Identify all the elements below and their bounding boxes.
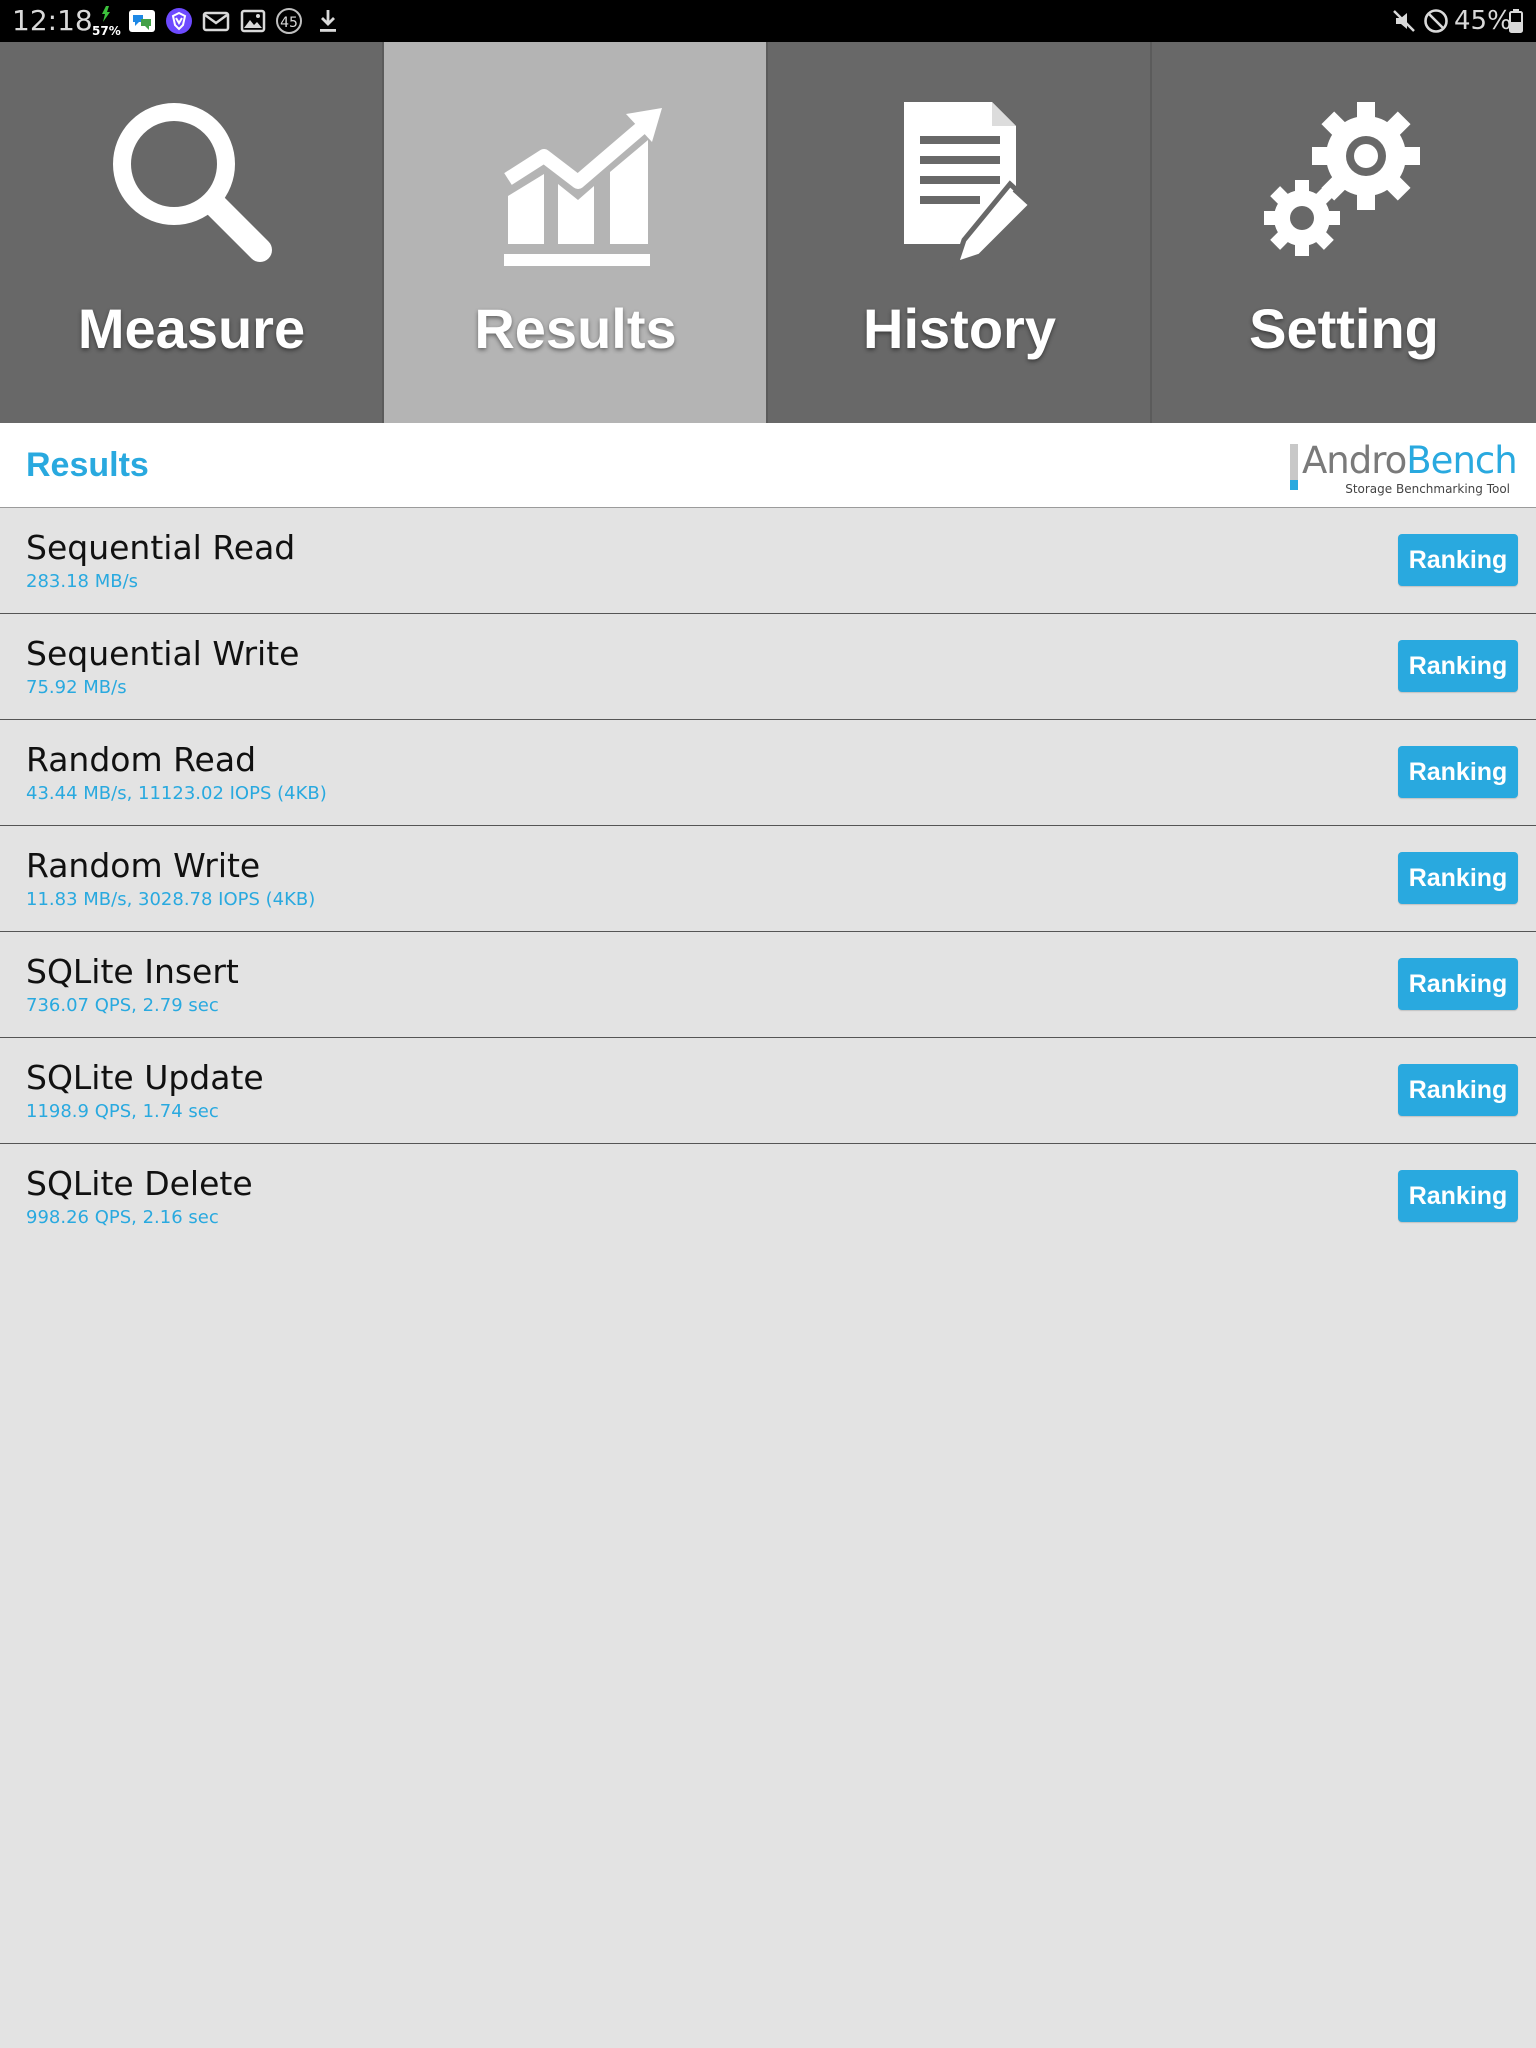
- tab-setting[interactable]: Setting: [1152, 42, 1536, 423]
- logo-wordmark: AndroBench: [1302, 439, 1518, 482]
- result-row-sqlite-delete: SQLite Delete 998.26 QPS, 2.16 sec Ranki…: [0, 1144, 1536, 1249]
- result-row-random-read: Random Read 43.44 MB/s, 11123.02 IOPS (4…: [0, 720, 1536, 826]
- ranking-button[interactable]: Ranking: [1398, 1064, 1518, 1116]
- result-title: Sequential Write: [26, 634, 300, 673]
- result-value: 998.26 QPS, 2.16 sec: [26, 1207, 219, 1228]
- result-title: SQLite Delete: [26, 1164, 253, 1203]
- ranking-button[interactable]: Ranking: [1398, 958, 1518, 1010]
- messages-app-icon: [128, 7, 156, 35]
- result-value: 75.92 MB/s: [26, 677, 127, 698]
- result-value: 736.07 QPS, 2.79 sec: [26, 995, 219, 1016]
- tab-history[interactable]: History: [768, 42, 1151, 423]
- status-bar: 12:18 57% 45 45%: [0, 0, 1536, 42]
- result-title: SQLite Insert: [26, 952, 239, 991]
- result-value: 283.18 MB/s: [26, 571, 139, 592]
- result-title: Random Read: [26, 740, 257, 779]
- do-not-disturb-icon: [1422, 7, 1450, 35]
- ranking-button[interactable]: Ranking: [1398, 534, 1518, 586]
- tab-measure[interactable]: Measure: [0, 42, 383, 423]
- ranking-button[interactable]: Ranking: [1398, 852, 1518, 904]
- results-list: Sequential Read 283.18 MB/s Ranking Sequ…: [0, 508, 1536, 1249]
- magnifier-icon: [92, 94, 292, 274]
- mute-icon: [1390, 7, 1418, 35]
- ranking-button[interactable]: Ranking: [1398, 640, 1518, 692]
- result-row-sequential-write: Sequential Write 75.92 MB/s Ranking: [0, 614, 1536, 720]
- data-usage-icon: 57%: [92, 4, 122, 38]
- proton-vpn-icon: [165, 7, 193, 35]
- logo-bar-grey: [1290, 444, 1298, 480]
- tab-history-label: History: [863, 297, 1056, 360]
- tab-measure-label: Measure: [77, 297, 306, 360]
- result-row-random-write: Random Write 11.83 MB/s, 3028.78 IOPS (4…: [0, 826, 1536, 932]
- result-value: 11.83 MB/s, 3028.78 IOPS (4KB): [26, 889, 316, 910]
- result-value: 43.44 MB/s, 11123.02 IOPS (4KB): [26, 783, 327, 804]
- gmail-icon: [202, 7, 230, 35]
- logo-bar-blue: [1290, 480, 1298, 490]
- main-tab-bar: Measure Results History Setting: [0, 42, 1536, 423]
- chart-icon: [476, 94, 676, 274]
- tab-results[interactable]: Results: [384, 42, 767, 423]
- result-row-sqlite-insert: SQLite Insert 736.07 QPS, 2.79 sec Ranki…: [0, 932, 1536, 1038]
- notification-count-icon: 45: [276, 8, 302, 34]
- result-row-sequential-read: Sequential Read 283.18 MB/s Ranking: [0, 508, 1536, 614]
- status-time: 12:18: [12, 4, 93, 37]
- result-title: SQLite Update: [26, 1058, 264, 1097]
- gears-icon: [1244, 94, 1444, 274]
- tab-results-label: Results: [474, 297, 677, 360]
- gallery-icon: [239, 7, 267, 35]
- result-row-sqlite-update: SQLite Update 1198.9 QPS, 1.74 sec Ranki…: [0, 1038, 1536, 1144]
- data-usage-percent: 57%: [92, 24, 121, 38]
- tab-setting-label: Setting: [1249, 297, 1439, 360]
- result-title: Sequential Read: [26, 528, 296, 567]
- download-icon: [314, 7, 342, 35]
- document-edit-icon: [860, 94, 1060, 274]
- logo-name-part1: Andro: [1302, 439, 1407, 482]
- result-value: 1198.9 QPS, 1.74 sec: [26, 1101, 219, 1122]
- battery-icon: [1508, 7, 1524, 35]
- results-header: Results AndroBench Storage Benchmarking …: [0, 423, 1536, 508]
- logo-tagline: Storage Benchmarking Tool: [1345, 482, 1510, 496]
- ranking-button[interactable]: Ranking: [1398, 746, 1518, 798]
- battery-percent: 45%: [1454, 6, 1512, 36]
- result-title: Random Write: [26, 846, 261, 885]
- page-title: Results: [26, 446, 149, 484]
- androbench-logo: AndroBench Storage Benchmarking Tool: [1286, 439, 1518, 496]
- logo-name-part2: Bench: [1406, 439, 1517, 482]
- ranking-button[interactable]: Ranking: [1398, 1170, 1518, 1222]
